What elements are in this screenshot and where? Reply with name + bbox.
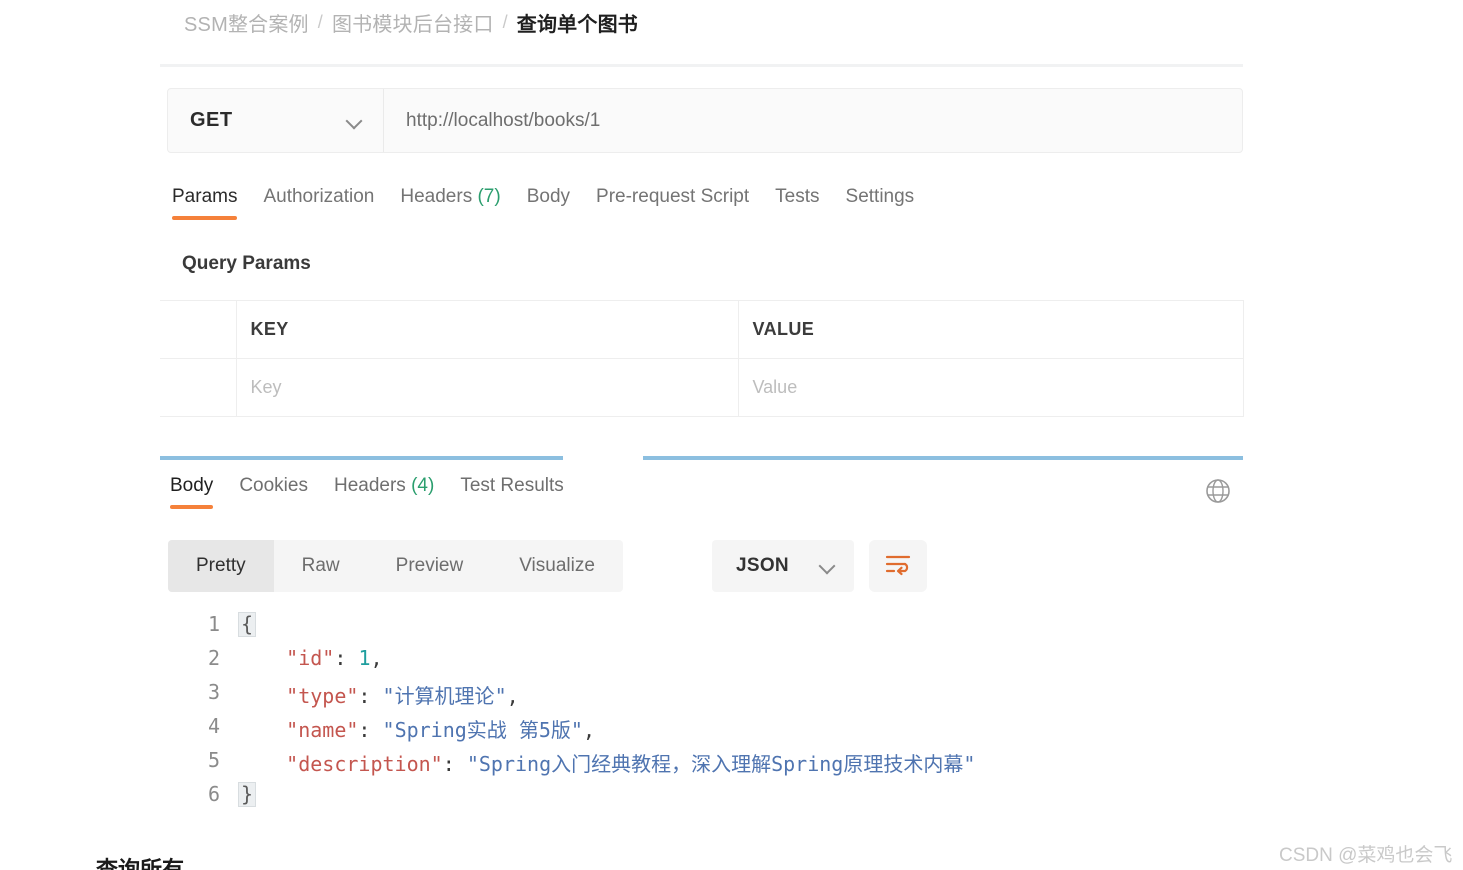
line-number: 1 [207, 612, 220, 636]
breadcrumb-item-collection[interactable]: SSM整合案例 [184, 8, 309, 37]
view-mode-visualize[interactable]: Visualize [491, 540, 623, 592]
view-mode-raw[interactable]: Raw [274, 540, 368, 592]
chevron-down-icon [347, 113, 363, 129]
response-tab-label: Test Results [460, 475, 564, 496]
code-line-content[interactable]: "name": "Spring实战 第5版", [238, 714, 595, 743]
json-key-name: "name" [286, 718, 359, 742]
table-row: Key Value [160, 358, 1244, 417]
pane-splitter[interactable] [160, 456, 1243, 460]
column-header-key: KEY [236, 300, 739, 359]
code-line-content[interactable]: "type": "计算机理论", [238, 680, 518, 709]
fold-brace-open[interactable]: { [238, 612, 257, 637]
chevron-down-icon [820, 558, 836, 574]
request-tab-label: Settings [845, 186, 915, 207]
line-number: 6 [207, 782, 220, 806]
request-headers-count: (7) [477, 186, 501, 207]
query-params-title: Query Params [182, 253, 311, 274]
request-tab-label: Pre-request Script [596, 186, 750, 207]
response-view-mode-group: Pretty Raw Preview Visualize [168, 540, 623, 592]
request-tab-label: Authorization [263, 186, 375, 207]
request-tab-label: Tests [775, 186, 820, 207]
row-checkbox-cell[interactable] [160, 358, 237, 417]
fold-brace-close[interactable]: } [238, 782, 257, 807]
json-value-id: 1 [358, 646, 371, 670]
response-tabs: Body Cookies Headers (4) Test Results [170, 475, 590, 509]
line-number: 5 [207, 748, 220, 772]
response-format-selector[interactable]: JSON [712, 540, 854, 592]
response-body-code: 1 { 2 "id": 1, 3 "type": "计算机理论", 4 "nam… [160, 612, 1243, 816]
request-url-input[interactable]: http://localhost/books/1 [384, 89, 1242, 152]
param-key-input[interactable]: Key [236, 358, 739, 417]
watermark: CSDN @菜鸡也会飞 [1279, 845, 1453, 866]
next-section-heading: 查询所有 [96, 857, 185, 870]
table-header-row: KEY VALUE [160, 300, 1244, 359]
breadcrumb: SSM整合案例 / 图书模块后台接口 / 查询单个图书 [184, 8, 638, 37]
line-number: 3 [207, 680, 220, 704]
json-value-type: 计算机理论 [394, 684, 495, 708]
json-key-description: "description" [286, 752, 443, 776]
view-mode-preview[interactable]: Preview [368, 540, 492, 592]
code-line-content[interactable]: "id": 1, [238, 646, 382, 670]
json-value-name: Spring实战 第5版 [394, 718, 571, 742]
code-line-row: 3 "type": "计算机理论", [160, 680, 1243, 714]
request-tab-label: Headers [400, 186, 473, 207]
view-mode-pretty[interactable]: Pretty [168, 540, 274, 592]
response-tab-cookies[interactable]: Cookies [239, 475, 334, 509]
line-number: 2 [207, 646, 220, 670]
request-tab-tests[interactable]: Tests [775, 186, 845, 220]
response-tab-test-results[interactable]: Test Results [460, 475, 589, 509]
http-method-selector[interactable]: GET [168, 89, 384, 152]
column-header-value: VALUE [738, 300, 1244, 359]
code-line-row: 4 "name": "Spring实战 第5版", [160, 714, 1243, 748]
select-all-column[interactable] [160, 300, 237, 359]
request-tab-authorization[interactable]: Authorization [263, 186, 400, 220]
request-tabs: Params Authorization Headers (7) Body Pr… [172, 186, 940, 220]
response-tab-label: Body [170, 475, 214, 496]
http-method-label: GET [190, 109, 233, 131]
breadcrumb-separator: / [317, 12, 323, 32]
code-line-content[interactable]: } [238, 782, 257, 807]
breadcrumb-separator: / [502, 12, 508, 32]
response-tab-headers[interactable]: Headers (4) [334, 475, 460, 509]
request-tab-params[interactable]: Params [172, 186, 263, 220]
json-key-id: "id" [286, 646, 335, 670]
globe-icon[interactable] [1204, 477, 1232, 505]
wrap-lines-button[interactable] [869, 540, 927, 592]
header-divider [160, 64, 1243, 67]
request-tab-label: Body [526, 186, 571, 207]
code-line-content[interactable]: { [238, 612, 257, 637]
request-tab-settings[interactable]: Settings [846, 186, 941, 220]
response-tab-label: Headers [333, 475, 406, 496]
wrap-lines-icon [884, 552, 912, 581]
response-tab-body[interactable]: Body [170, 475, 239, 509]
param-value-input[interactable]: Value [738, 358, 1244, 417]
breadcrumb-item-folder[interactable]: 图书模块后台接口 [332, 8, 494, 37]
code-line-row: 6 } [160, 782, 1243, 816]
pane-splitter-handle[interactable] [563, 456, 643, 460]
breadcrumb-item-current: 查询单个图书 [516, 14, 638, 36]
code-line-row: 5 "description": "Spring入门经典教程，深入理解Sprin… [160, 748, 1243, 782]
request-tab-headers[interactable]: Headers (7) [400, 186, 526, 220]
request-tab-label: Params [172, 186, 238, 207]
code-line-row: 2 "id": 1, [160, 646, 1243, 680]
request-tab-pre-request-script[interactable]: Pre-request Script [596, 186, 775, 220]
code-line-content[interactable]: "description": "Spring入门经典教程，深入理解Spring原… [238, 748, 975, 777]
response-tab-label: Cookies [239, 475, 308, 496]
json-value-description: Spring入门经典教程，深入理解Spring原理技术内幕 [478, 752, 964, 776]
query-params-table: KEY VALUE Key Value [160, 300, 1244, 417]
request-url-bar: GET http://localhost/books/1 [167, 88, 1243, 153]
json-key-type: "type" [286, 684, 359, 708]
line-number: 4 [207, 714, 220, 738]
request-tab-body[interactable]: Body [527, 186, 596, 220]
response-format-label: JSON [736, 555, 789, 576]
response-headers-count: (4) [411, 475, 435, 496]
code-line-row: 1 { [160, 612, 1243, 646]
